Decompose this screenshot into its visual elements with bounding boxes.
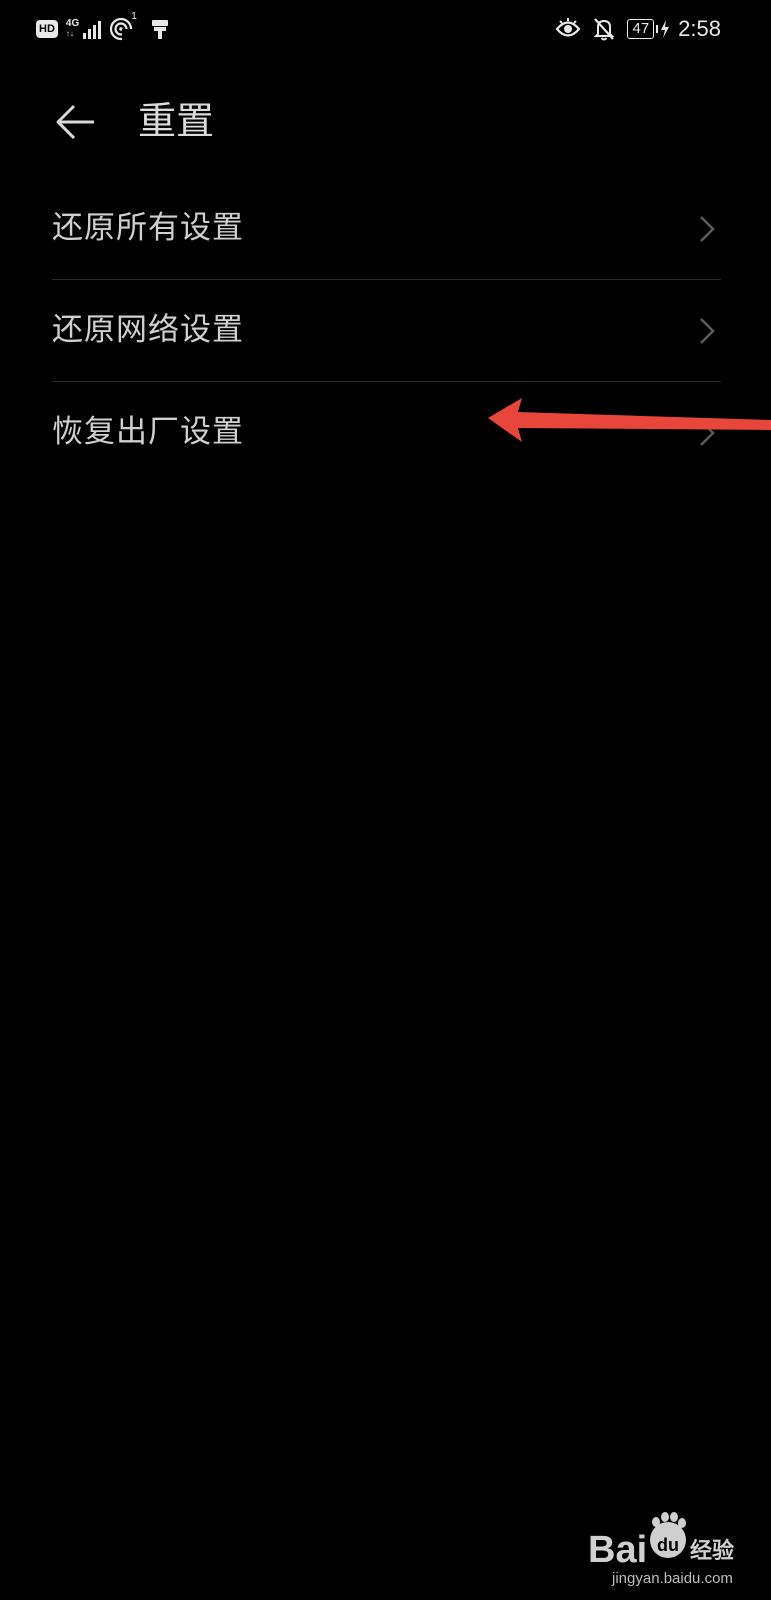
usb-icon [152, 20, 169, 39]
mute-bell-icon [594, 18, 615, 41]
clock: 2:58 [678, 16, 721, 41]
watermark-url: jingyan.baidu.com [612, 1570, 733, 1587]
charging-icon [661, 20, 670, 38]
reset-all-settings-item[interactable]: 还原所有设置 [0, 178, 771, 280]
list-item-label: 还原网络设置 [52, 312, 244, 348]
chevron-right-icon [700, 216, 715, 242]
watermark-brand: Bai [588, 1529, 647, 1571]
battery-level: 47 [627, 19, 655, 39]
watermark-brand-du: du [657, 1535, 679, 1555]
status-bar: HD 4G ↑↓ 1 47 2:58 [0, 0, 771, 58]
page-title: 重置 [138, 99, 215, 143]
network-activity-label: ↑↓ [65, 29, 74, 38]
chevron-right-icon [700, 318, 715, 344]
battery-indicator: 47 [627, 19, 670, 39]
list-item-label: 还原所有设置 [52, 210, 244, 246]
hd-badge: HD [36, 20, 58, 38]
app-header: 重置 [0, 82, 771, 162]
eye-comfort-icon [556, 18, 581, 37]
watermark-suffix: 经验 [690, 1538, 734, 1564]
reset-network-settings-item[interactable]: 还原网络设置 [0, 280, 771, 382]
list-item-label: 恢复出厂设置 [52, 414, 244, 450]
status-right: 47 2:58 [555, 14, 721, 44]
status-left: HD 4G ↑↓ 1 [36, 11, 169, 44]
network-type: 4G ↑↓ [66, 19, 79, 39]
annotation-arrow-icon [488, 398, 771, 442]
hotspot-count: 1 [131, 11, 137, 22]
hotspot-icon: 1 [109, 11, 137, 41]
paw-logo-icon: du [650, 1512, 686, 1558]
network-type-label: 4G [65, 18, 80, 29]
battery-cap [656, 25, 659, 33]
back-arrow-icon [56, 104, 94, 140]
back-button[interactable] [50, 96, 102, 148]
signal-strength-icon [83, 19, 102, 39]
